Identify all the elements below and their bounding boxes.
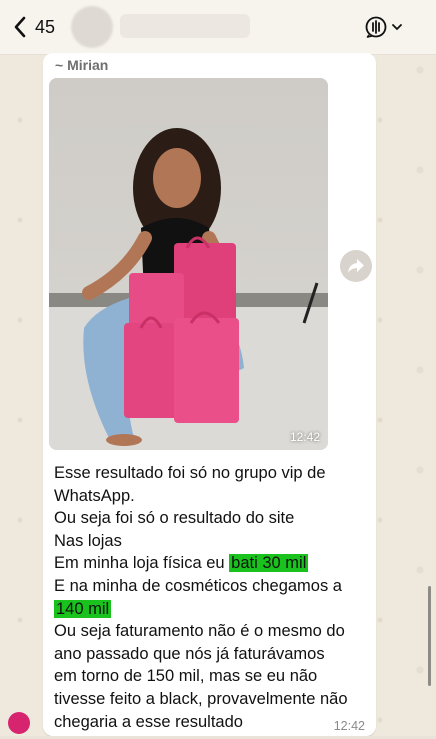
line-text: E na minha de cosméticos chegamos a	[54, 576, 342, 595]
forward-button[interactable]	[340, 250, 372, 282]
message-line: Nas lojas	[54, 530, 369, 553]
chat-header: 45	[0, 0, 436, 55]
highlighted-text: 140 mil	[54, 599, 112, 618]
message-line: Ou seja foi só o resultado do site	[54, 507, 369, 530]
photo-timestamp: 12:42	[289, 430, 320, 444]
message-line: Esse resultado foi só no grupo vip de	[54, 462, 369, 485]
call-waveform-icon	[365, 16, 387, 38]
forward-arrow-icon	[348, 259, 364, 273]
message-bubble[interactable]: ~ Mirian 12:42 Esse resultado foi só no …	[43, 53, 376, 736]
line-text: em torno de 150 mil, mas se eu não	[54, 667, 318, 686]
brand-logo-icon	[8, 712, 30, 734]
unread-count: 45	[35, 17, 56, 37]
line-text: tivesse feito a black, provavelmente não	[54, 689, 348, 708]
message-line: tivesse feito a black, provavelmente não	[54, 688, 369, 711]
sender-name: ~ Mirian	[55, 57, 109, 73]
message-line: E na minha de cosméticos chegamos a	[54, 575, 369, 598]
line-text: Esse resultado foi só no grupo vip de	[54, 464, 326, 482]
chevron-left-icon	[14, 16, 26, 38]
line-text: Ou seja foi só o resultado do site	[54, 509, 295, 528]
call-button[interactable]	[364, 14, 408, 40]
avatar[interactable]	[71, 6, 113, 48]
scrollbar[interactable]	[428, 586, 431, 686]
line-text: Nas lojas	[54, 531, 122, 550]
message-line: Em minha loja física eu bati 30 mil	[54, 552, 369, 575]
photo-image	[49, 78, 328, 450]
message-text: Esse resultado foi só no grupo vip de Wh…	[54, 462, 369, 733]
line-text: WhatsApp.	[54, 486, 135, 505]
chat-title-blurred[interactable]	[120, 14, 250, 38]
line-text: Em minha loja física eu	[54, 554, 230, 573]
line-text: chegaria a esse resultado	[54, 712, 243, 731]
message-line: em torno de 150 mil, mas se eu não	[54, 665, 369, 688]
line-text: Ou seja faturamento não é o mesmo do	[54, 622, 345, 641]
back-button[interactable]	[8, 12, 32, 42]
message-line: chegaria a esse resultado	[54, 711, 369, 734]
highlighted-text: bati 30 mil	[229, 554, 309, 573]
message-line: Ou seja faturamento não é o mesmo do	[54, 620, 369, 643]
message-photo[interactable]: 12:42	[49, 78, 328, 450]
line-text: ano passado que nós já faturávamos	[54, 644, 325, 663]
message-line: WhatsApp.	[54, 485, 369, 508]
message-timestamp: 12:42	[333, 719, 365, 733]
message-line: ano passado que nós já faturávamos	[54, 643, 369, 666]
message-line: 140 mil	[54, 598, 369, 621]
chevron-down-icon	[392, 24, 402, 31]
